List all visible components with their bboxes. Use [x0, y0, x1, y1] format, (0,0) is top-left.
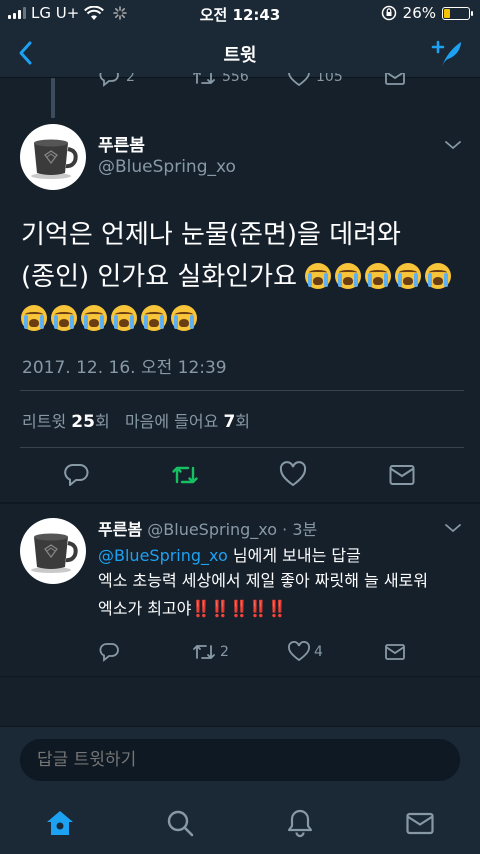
tab-bar [0, 792, 480, 854]
search-icon[interactable] [165, 808, 195, 838]
reply-icon[interactable] [62, 461, 90, 489]
emoji-row [21, 298, 461, 340]
like-label: 마음에 들어요 [124, 412, 219, 431]
chevron-down-icon[interactable] [444, 139, 462, 151]
crying-face-emoji [305, 263, 332, 289]
reply-retweet-action[interactable]: 2 [192, 641, 229, 663]
reply-to-line: @BlueSpring_xo 님에게 보내는 답글 [98, 542, 361, 566]
crying-face-emoji [51, 305, 77, 331]
mug-avatar-image [31, 139, 78, 179]
tweet-text: 기억은 언제나 눈물(준면)을 데려와 (종인) 인가요 실화인가요 [21, 214, 461, 340]
prev-like-count: 105 [316, 73, 343, 85]
double-exclamation-emoji: ‼️‼️‼️‼️‼️ [191, 599, 287, 618]
mug-avatar-image [31, 533, 78, 573]
compose-tweet-icon[interactable] [430, 38, 464, 68]
divider [20, 390, 464, 391]
crying-face-emoji [395, 263, 422, 289]
heart-icon[interactable] [279, 461, 307, 489]
tweet-text-line2-text: (종인) 인가요 실화인가요 [21, 262, 298, 292]
crying-face-emoji [335, 263, 362, 289]
reply-header: 푸른봄 @BlueSpring_xo · 3분 [98, 516, 317, 540]
share-icon [385, 73, 405, 85]
share-icon[interactable] [388, 461, 416, 489]
tweet-text-line2: (종인) 인가요 실화인가요 [21, 256, 461, 298]
reply-reply-action[interactable] [98, 641, 120, 663]
status-right: 26% [381, 4, 473, 22]
like-suffix: 회 [235, 412, 251, 431]
status-bar: LG U+ 오전 12:43 26% [0, 0, 480, 28]
crying-face-emoji [21, 305, 47, 331]
retweet-icon [193, 73, 215, 84]
author-handle[interactable]: @BlueSpring_xo [98, 157, 236, 177]
battery-percent: 26% [402, 4, 436, 22]
battery-icon [442, 6, 473, 20]
prev-tweet-actions: 2 556 105 [0, 73, 480, 95]
crying-face-emoji [365, 263, 392, 289]
empty-area [0, 676, 480, 726]
notifications-icon[interactable] [285, 808, 315, 838]
reply-author-name[interactable]: 푸른봄 [98, 520, 142, 539]
reply-text: 엑소 초능력 세상에서 제일 좋아 짜릿해 늘 새로워 엑소가 최고야‼️‼️‼… [98, 567, 438, 623]
prev-retweet-action[interactable]: 556 [192, 73, 249, 87]
tweet-text-line1: 기억은 언제나 눈물(준면)을 데려와 [21, 220, 401, 250]
crying-face-emoji [171, 305, 197, 331]
crying-face-emoji [111, 305, 137, 331]
reply-input[interactable] [20, 739, 460, 781]
reply-retweet-count: 2 [220, 644, 229, 660]
prev-like-action[interactable]: 105 [288, 73, 343, 87]
home-icon[interactable] [45, 808, 75, 838]
heart-icon [288, 641, 310, 662]
tweet-date: 2017. 12. 16. 오전 12:39 [22, 358, 227, 378]
reply-icon [99, 643, 119, 662]
crying-face-emoji [141, 305, 167, 331]
retweet-label: 리트윗 [22, 412, 67, 431]
author-name[interactable]: 푸른봄 [98, 131, 145, 156]
reply-to-suffix: 님에게 보내는 답글 [227, 546, 361, 565]
reply-like-count: 4 [314, 644, 323, 660]
prev-share-action[interactable] [384, 73, 406, 87]
prev-retweet-count: 556 [222, 73, 249, 85]
reply-time: · 3분 [282, 520, 318, 539]
author-avatar[interactable] [20, 124, 86, 190]
retweet-icon[interactable] [171, 461, 199, 489]
reply-author-avatar[interactable] [20, 518, 86, 584]
tweet-stats[interactable]: 리트윗 25회 마음에 들어요 7회 [22, 408, 250, 432]
messages-icon[interactable] [405, 808, 435, 838]
emoji-row [305, 262, 455, 292]
reply-icon [99, 73, 119, 87]
orientation-lock-icon [381, 5, 396, 21]
chevron-down-icon[interactable] [444, 522, 462, 534]
reply-like-action[interactable]: 4 [288, 641, 323, 663]
like-count: 7 [223, 412, 236, 432]
share-icon [385, 644, 405, 660]
page-title: 트윗 [223, 45, 257, 66]
prev-reply-count: 2 [126, 73, 135, 85]
crying-face-emoji [425, 263, 452, 289]
section-separator [0, 502, 480, 504]
crying-face-emoji [81, 305, 107, 331]
retweet-count: 25 [71, 412, 95, 432]
reply-bar [0, 726, 480, 792]
reply-share-action[interactable] [384, 641, 406, 663]
prev-reply-action[interactable]: 2 [98, 73, 135, 87]
divider [20, 447, 464, 448]
reply-to-handle[interactable]: @BlueSpring_xo [98, 546, 228, 565]
retweet-icon [193, 645, 215, 659]
reply-author-handle[interactable]: @BlueSpring_xo [147, 520, 277, 539]
retweet-suffix: 회 [94, 412, 110, 431]
nav-bar: 트윗 [0, 28, 480, 78]
heart-icon [288, 73, 310, 87]
